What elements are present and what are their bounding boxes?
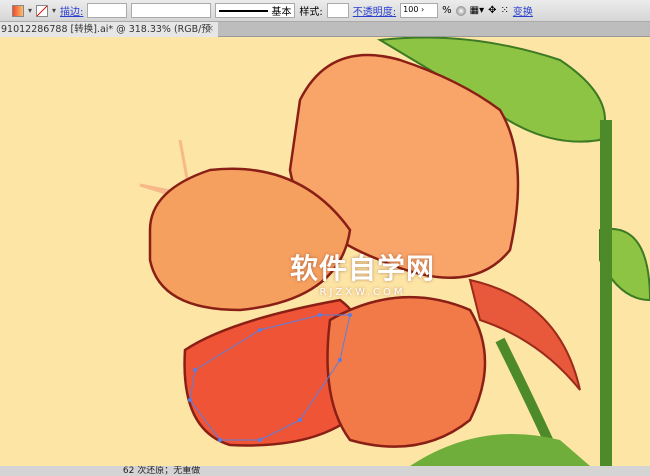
variable-width-dropdown[interactable] (131, 3, 212, 18)
style-dropdown[interactable] (326, 3, 349, 18)
percent-label: % (442, 5, 452, 16)
watermark: 软件自学网 RJZXW.COM (290, 252, 436, 298)
fill-swatch[interactable] (12, 4, 24, 17)
stroke-weight-field[interactable] (87, 3, 128, 18)
artboard-canvas[interactable]: 软件自学网 RJZXW.COM (0, 36, 650, 469)
petal-bottom-right (326, 295, 487, 448)
stroke-swatch-none[interactable] (36, 4, 49, 17)
brush-dropdown[interactable]: 基本 (215, 3, 296, 18)
opacity-field[interactable]: 100 › (400, 3, 439, 18)
control-bar: ▾ ▾ 描边: 基本 样式: 不透明度: 100 › % ▦▾ ✥ ⁙ 变换 (0, 0, 650, 22)
recolor-icon[interactable] (455, 5, 466, 16)
align-icon[interactable]: ▦▾ (470, 5, 484, 16)
document-tab-bar: 91012286788 [转换].ai* @ 318.33% (RGB/预览)× (0, 22, 650, 50)
transform-link[interactable]: 变换 (513, 3, 533, 18)
select-similar-icon[interactable]: ⁙ (501, 5, 509, 16)
close-icon[interactable]: × (206, 22, 214, 37)
chevron-down-icon[interactable]: ▾ (52, 6, 56, 15)
style-label: 样式: (299, 7, 323, 18)
status-bar: 62 次还原；无重做 (0, 466, 650, 476)
opacity-link[interactable]: 不透明度: (353, 3, 396, 18)
stroke-link[interactable]: 描边: (60, 3, 83, 18)
stroke-line-preview (219, 9, 269, 12)
document-tab[interactable]: 91012286788 [转换].ai* @ 318.33% (RGB/预览)× (0, 22, 218, 50)
chevron-down-icon[interactable]: ▾ (28, 6, 32, 15)
isolate-icon[interactable]: ✥ (488, 5, 496, 16)
status-text: 62 次还原；无重做 (122, 466, 201, 476)
